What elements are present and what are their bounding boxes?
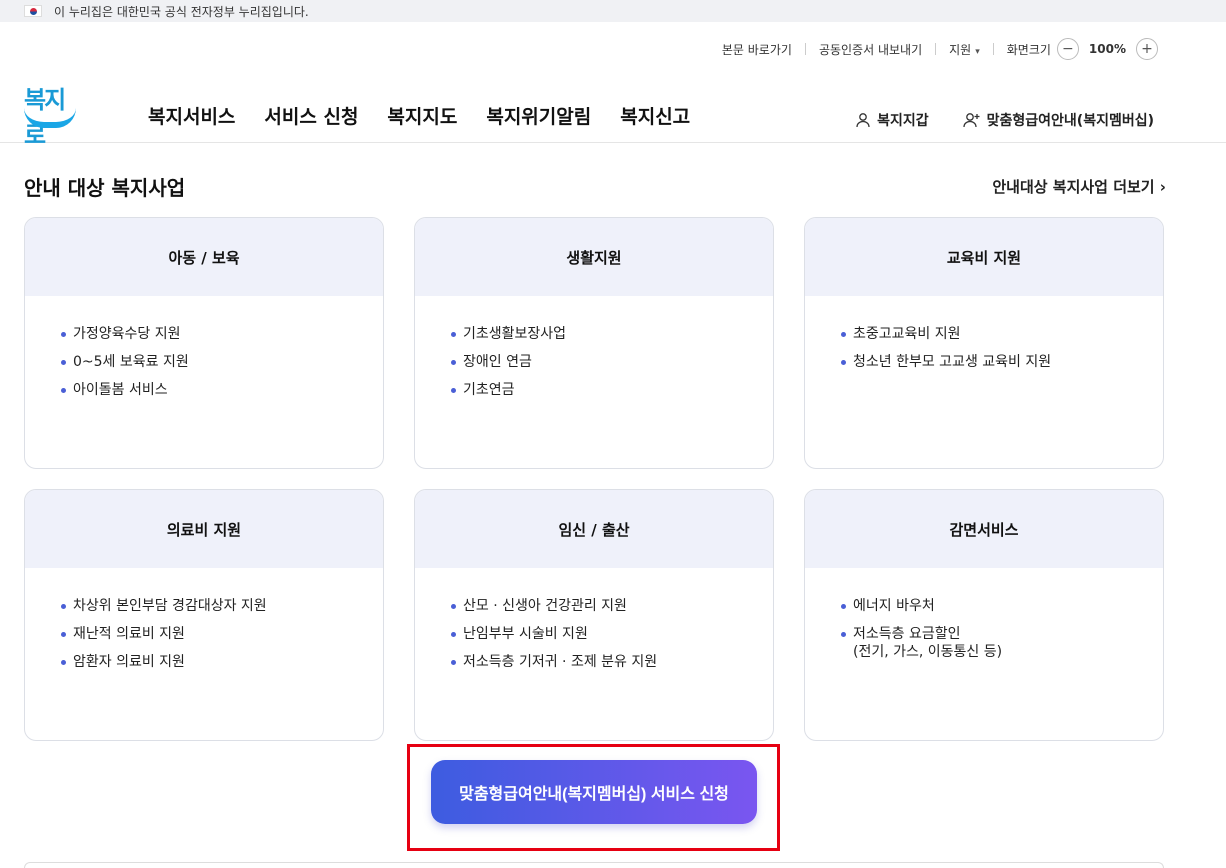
- card-title: 아동 / 보육: [25, 218, 383, 296]
- zoom-label: 화면크기: [1006, 42, 1051, 57]
- section-title: 안내 대상 복지사업: [24, 176, 186, 200]
- support-dropdown[interactable]: 지원 ▾: [949, 41, 980, 58]
- zoom-in-button[interactable]: +: [1136, 38, 1158, 60]
- nav-welfare-report[interactable]: 복지신고: [620, 102, 690, 129]
- right-menu: 복지지갑 맞춤형급여안내(복지멤버십): [855, 110, 1154, 130]
- card-item[interactable]: 저소득층 기저귀 · 조제 분유 지원: [451, 653, 773, 671]
- gov-banner-text: 이 누리집은 대한민국 공식 전자정부 누리집입니다.: [54, 4, 309, 19]
- card-item[interactable]: 산모 · 신생아 건강관리 지원: [451, 597, 773, 615]
- program-card-grid: 아동 / 보육 가정양육수당 지원 0~5세 보육료 지원 아이돌봄 서비스 생…: [24, 217, 1164, 741]
- header: 본문 바로가기 공동인증서 내보내기 지원 ▾ 화면크기 − 100% + 복지로…: [0, 22, 1226, 149]
- divider: [935, 43, 937, 55]
- card-item[interactable]: 초중고교육비 지원: [841, 325, 1163, 343]
- skip-to-content-link[interactable]: 본문 바로가기: [722, 41, 792, 58]
- nav-welfare-map[interactable]: 복지지도: [387, 102, 457, 129]
- nav-service-apply[interactable]: 서비스 신청: [264, 102, 358, 129]
- program-card[interactable]: 아동 / 보육 가정양육수당 지원 0~5세 보육료 지원 아이돌봄 서비스: [24, 217, 384, 469]
- nav-crisis-alert[interactable]: 복지위기알림: [486, 102, 591, 129]
- card-item[interactable]: 장애인 연금: [451, 353, 773, 371]
- card-item[interactable]: 아이돌봄 서비스: [61, 381, 383, 399]
- card-list: 차상위 본인부담 경감대상자 지원 재난적 의료비 지원 암환자 의료비 지원: [25, 568, 383, 671]
- card-item[interactable]: 재난적 의료비 지원: [61, 625, 383, 643]
- card-title: 교육비 지원: [805, 218, 1163, 296]
- nav-welfare-services[interactable]: 복지서비스: [148, 102, 235, 129]
- wallet-label: 복지지갑: [877, 113, 929, 129]
- user-icon: [856, 113, 870, 128]
- card-list: 에너지 바우처 저소득층 요금할인 (전기, 가스, 이동통신 등): [805, 568, 1163, 661]
- gov-banner: 이 누리집은 대한민국 공식 전자정부 누리집입니다.: [0, 0, 1226, 22]
- card-item[interactable]: 기초생활보장사업: [451, 325, 773, 343]
- card-item[interactable]: 암환자 의료비 지원: [61, 653, 383, 671]
- card-title: 의료비 지원: [25, 490, 383, 568]
- card-list: 산모 · 신생아 건강관리 지원 난임부부 시술비 지원 저소득층 기저귀 · …: [415, 568, 773, 671]
- program-card[interactable]: 생활지원 기초생활보장사업 장애인 연금 기초연금: [414, 217, 774, 469]
- card-title: 생활지원: [415, 218, 773, 296]
- card-item[interactable]: 기초연금: [451, 381, 773, 399]
- card-item[interactable]: 에너지 바우처: [841, 597, 1163, 615]
- user-add-icon: [962, 113, 980, 128]
- card-list: 초중고교육비 지원 청소년 한부모 고교생 교육비 지원: [805, 296, 1163, 371]
- utility-bar: 본문 바로가기 공동인증서 내보내기 지원 ▾ 화면크기 − 100% +: [722, 38, 1164, 60]
- program-card[interactable]: 의료비 지원 차상위 본인부담 경감대상자 지원 재난적 의료비 지원 암환자 …: [24, 489, 384, 741]
- program-card[interactable]: 감면서비스 에너지 바우처 저소득층 요금할인 (전기, 가스, 이동통신 등): [804, 489, 1164, 741]
- membership-label: 맞춤형급여안내(복지멤버십): [986, 113, 1154, 129]
- program-card[interactable]: 교육비 지원 초중고교육비 지원 청소년 한부모 고교생 교육비 지원: [804, 217, 1164, 469]
- program-card[interactable]: 임신 / 출산 산모 · 신생아 건강관리 지원 난임부부 시술비 지원 저소득…: [414, 489, 774, 741]
- card-item[interactable]: 저소득층 요금할인 (전기, 가스, 이동통신 등): [841, 625, 1163, 661]
- site-logo[interactable]: 복지로: [22, 80, 80, 149]
- zoom-out-button[interactable]: −: [1056, 38, 1079, 60]
- card-title: 임신 / 출산: [415, 490, 773, 568]
- more-programs-link[interactable]: 안내대상 복지사업 더보기 ›: [992, 176, 1166, 197]
- divider: [992, 43, 994, 55]
- chevron-down-icon: ▾: [975, 46, 980, 57]
- support-label: 지원: [949, 42, 972, 57]
- membership-apply-button[interactable]: 맞춤형급여안내(복지멤버십) 서비스 신청: [431, 760, 757, 824]
- membership-link[interactable]: 맞춤형급여안내(복지멤버십): [962, 110, 1154, 130]
- card-title: 감면서비스: [805, 490, 1163, 568]
- card-list: 가정양육수당 지원 0~5세 보육료 지원 아이돌봄 서비스: [25, 296, 383, 399]
- section-header: 안내 대상 복지사업 안내대상 복지사업 더보기 ›: [24, 172, 1166, 202]
- next-section-edge: [24, 862, 1164, 868]
- korea-flag-icon: [24, 5, 42, 17]
- card-item[interactable]: 차상위 본인부담 경감대상자 지원: [61, 597, 383, 615]
- card-item[interactable]: 청소년 한부모 고교생 교육비 지원: [841, 353, 1163, 371]
- cert-export-link[interactable]: 공동인증서 내보내기: [819, 41, 922, 58]
- divider: [804, 43, 806, 55]
- card-list: 기초생활보장사업 장애인 연금 기초연금: [415, 296, 773, 399]
- wallet-link[interactable]: 복지지갑: [855, 110, 929, 130]
- card-item[interactable]: 0~5세 보육료 지원: [61, 353, 383, 371]
- card-item[interactable]: 난임부부 시술비 지원: [451, 625, 773, 643]
- card-item[interactable]: 가정양육수당 지원: [61, 325, 383, 343]
- zoom-value: 100%: [1088, 42, 1126, 56]
- main-nav: 복지서비스 서비스 신청 복지지도 복지위기알림 복지신고: [148, 102, 690, 129]
